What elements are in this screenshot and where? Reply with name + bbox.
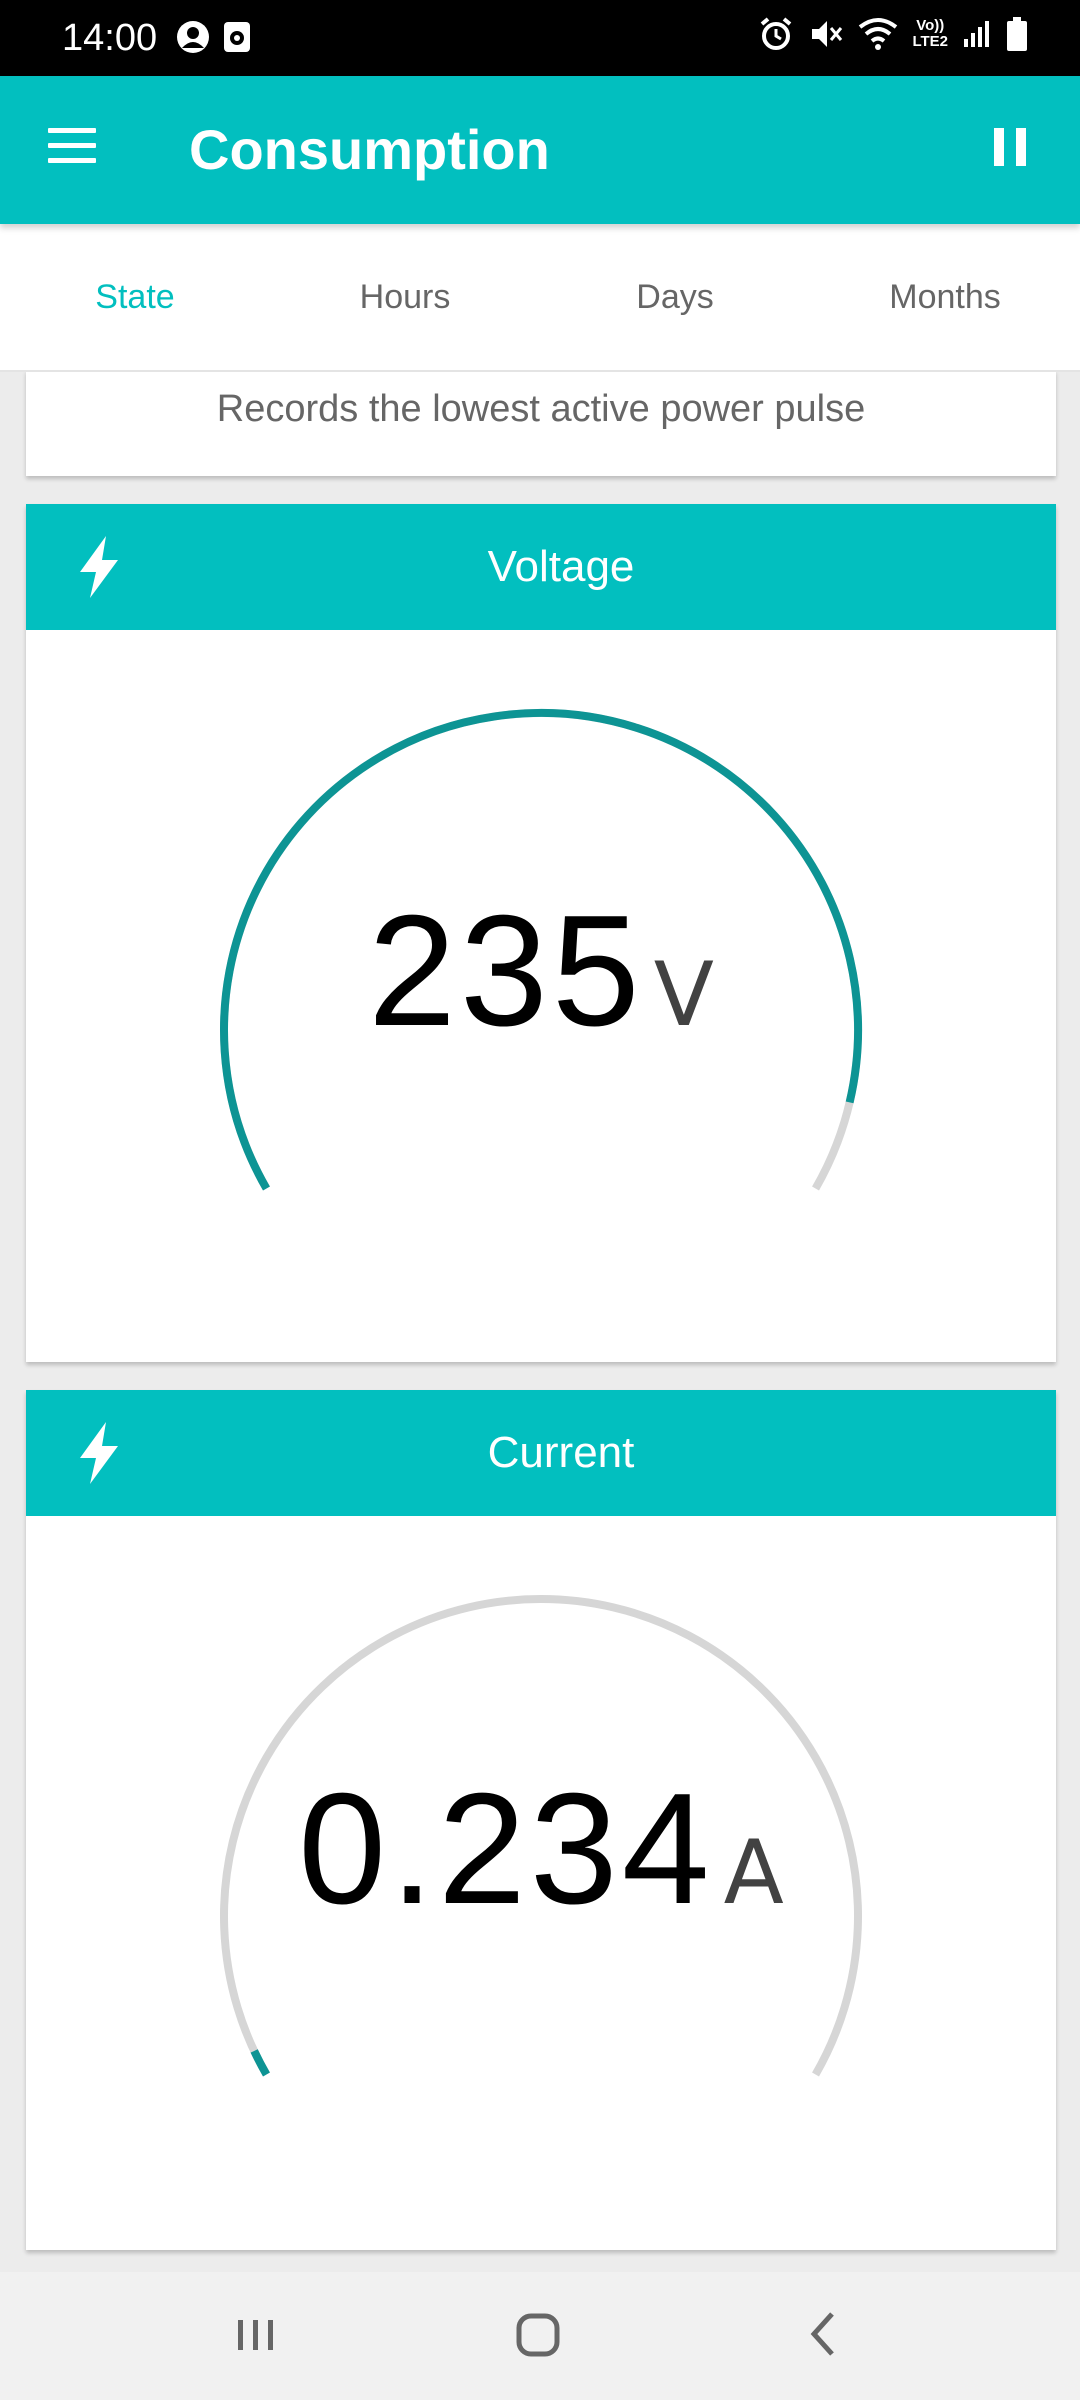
voltage-readout: 235 V bbox=[26, 892, 1056, 1050]
voltage-unit: V bbox=[653, 943, 714, 1046]
current-unit: A bbox=[723, 1821, 784, 1924]
hamburger-menu-icon[interactable] bbox=[48, 128, 96, 172]
battery-icon bbox=[1007, 17, 1027, 51]
status-time: 14:00 bbox=[62, 17, 158, 59]
account-circle-icon bbox=[177, 21, 209, 53]
mute-vibrate-icon bbox=[812, 21, 843, 47]
current-card: Current 0.234 A bbox=[26, 1390, 1056, 2250]
current-readout: 0.234 A bbox=[26, 1770, 1056, 1928]
home-icon[interactable] bbox=[514, 2306, 562, 2362]
voltage-card-header: Voltage bbox=[26, 504, 1056, 630]
volte-lte2-icon: Vo)) LTE2 bbox=[912, 17, 948, 50]
tab-months[interactable]: Months bbox=[810, 224, 1080, 370]
status-bar: 14:00 Vo)) LTE2 bbox=[0, 0, 1080, 76]
tab-days[interactable]: Days bbox=[540, 224, 810, 370]
voltage-title: Voltage bbox=[487, 542, 635, 591]
current-gauge-fill bbox=[250, 2049, 270, 2077]
system-nav-bar bbox=[0, 2272, 1080, 2400]
alarm-icon bbox=[761, 17, 792, 50]
current-value: 0.234 bbox=[298, 1761, 714, 1937]
tab-bar: State Hours Days Months bbox=[0, 224, 1080, 372]
power-pulse-card: Records the lowest active power pulse bbox=[26, 370, 1056, 476]
tab-state[interactable]: State bbox=[0, 224, 270, 370]
pause-icon[interactable] bbox=[992, 128, 1032, 172]
voltage-card: Voltage 235 V bbox=[26, 504, 1056, 1362]
recent-apps-icon[interactable] bbox=[234, 2306, 278, 2362]
current-card-header: Current bbox=[26, 1390, 1056, 1516]
signal-icon bbox=[964, 21, 989, 47]
page-title: Consumption bbox=[189, 118, 550, 181]
wifi-icon bbox=[859, 18, 898, 50]
tab-hours[interactable]: Hours bbox=[270, 224, 540, 370]
app-bar: Consumption bbox=[0, 76, 1080, 224]
power-pulse-description: Records the lowest active power pulse bbox=[216, 388, 866, 430]
voltage-value: 235 bbox=[368, 883, 644, 1059]
back-icon[interactable] bbox=[804, 2306, 840, 2362]
screen-record-icon bbox=[224, 22, 250, 52]
current-title: Current bbox=[487, 1428, 635, 1477]
